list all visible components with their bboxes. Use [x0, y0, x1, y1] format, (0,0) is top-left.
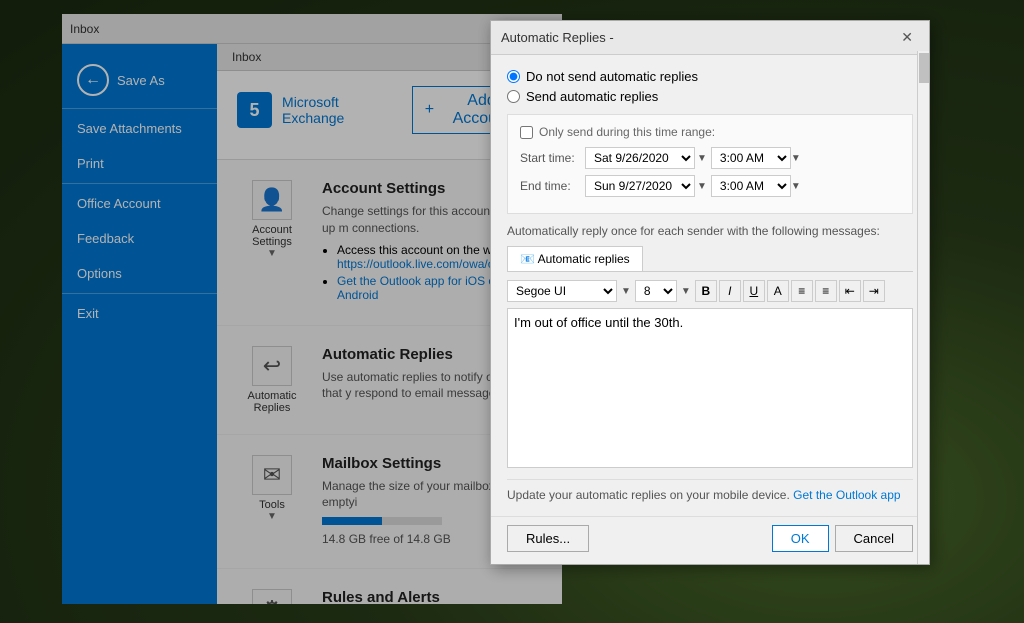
dialog-body: Do not send automatic replies Send autom… [491, 55, 929, 516]
start-time-chevron-icon: ▼ [791, 153, 801, 164]
decrease-indent-button[interactable]: ⇤ [839, 280, 861, 302]
mobile-update-text: Update your automatic replies on your mo… [507, 488, 790, 502]
end-time-row: End time: Sun 9/27/2020 ▼ 3:00 AM ▼ [520, 175, 900, 197]
rules-button[interactable]: Rules... [507, 525, 589, 552]
no-reply-label: Do not send automatic replies [526, 69, 698, 84]
no-reply-row: Do not send automatic replies [507, 69, 913, 84]
time-range-label: Only send during this time range: [539, 125, 715, 139]
tab-strip: 📧 Automatic replies [507, 246, 913, 272]
no-reply-radio[interactable] [507, 70, 520, 83]
reply-options-group: Do not send automatic replies Send autom… [507, 69, 913, 104]
dialog-title: Automatic Replies - [501, 30, 614, 45]
time-range-header: Only send during this time range: [520, 125, 900, 139]
bold-button[interactable]: B [695, 280, 717, 302]
end-date-chevron-icon: ▼ [697, 181, 707, 192]
envelope-icon: 📧 [520, 252, 535, 266]
font-color-button[interactable]: A [767, 280, 789, 302]
increase-indent-button[interactable]: ⇥ [863, 280, 885, 302]
end-date-select[interactable]: Sun 9/27/2020 [585, 175, 695, 197]
underline-button[interactable]: U [743, 280, 765, 302]
italic-button[interactable]: I [719, 280, 741, 302]
ok-button[interactable]: OK [772, 525, 829, 552]
scrollbar-thumb [919, 53, 929, 83]
start-date-select[interactable]: Sat 9/26/2020 [585, 147, 695, 169]
bullets-button[interactable]: ≡ [791, 280, 813, 302]
end-time-label: End time: [520, 179, 585, 193]
send-reply-label: Send automatic replies [526, 89, 658, 104]
dialog-scrollbar[interactable] [917, 51, 929, 564]
send-reply-radio[interactable] [507, 90, 520, 103]
numbering-button[interactable]: ≡ [815, 280, 837, 302]
font-chevron-icon: ▼ [621, 286, 631, 297]
time-range-checkbox[interactable] [520, 126, 533, 139]
reply-info-text: Automatically reply once for each sender… [507, 224, 913, 238]
end-time-select[interactable]: 3:00 AM [711, 175, 791, 197]
send-reply-row: Send automatic replies [507, 89, 913, 104]
start-time-row: Start time: Sat 9/26/2020 ▼ 3:00 AM ▼ [520, 147, 900, 169]
dialog-footer: Rules... OK Cancel [491, 516, 929, 564]
end-time-chevron-icon: ▼ [791, 181, 801, 192]
start-time-label: Start time: [520, 151, 585, 165]
start-time-select[interactable]: 3:00 AM [711, 147, 791, 169]
reply-textarea[interactable]: I'm out of office until the 30th. [507, 308, 913, 468]
size-chevron-icon: ▼ [681, 286, 691, 297]
font-select[interactable]: Segoe UI [507, 280, 617, 302]
time-range-section: Only send during this time range: Start … [507, 114, 913, 214]
editor-toolbar: Segoe UI ▼ 8 ▼ B I U A ≡ ≡ ⇤ ⇥ [507, 280, 913, 302]
start-date-chevron-icon: ▼ [697, 153, 707, 164]
get-outlook-app-link[interactable]: Get the Outlook app [793, 488, 900, 502]
dialog-close-button[interactable]: ✕ [895, 27, 919, 48]
automatic-replies-dialog: Automatic Replies - ✕ Do not send automa… [490, 20, 930, 565]
format-buttons-group: B I U A ≡ ≡ ⇤ ⇥ [695, 280, 885, 302]
mobile-update-section: Update your automatic replies on your mo… [507, 479, 913, 502]
dialog-titlebar: Automatic Replies - ✕ [491, 21, 929, 55]
tab-automatic-replies[interactable]: 📧 Automatic replies [507, 246, 643, 271]
size-select[interactable]: 8 [635, 280, 677, 302]
cancel-button[interactable]: Cancel [835, 525, 913, 552]
